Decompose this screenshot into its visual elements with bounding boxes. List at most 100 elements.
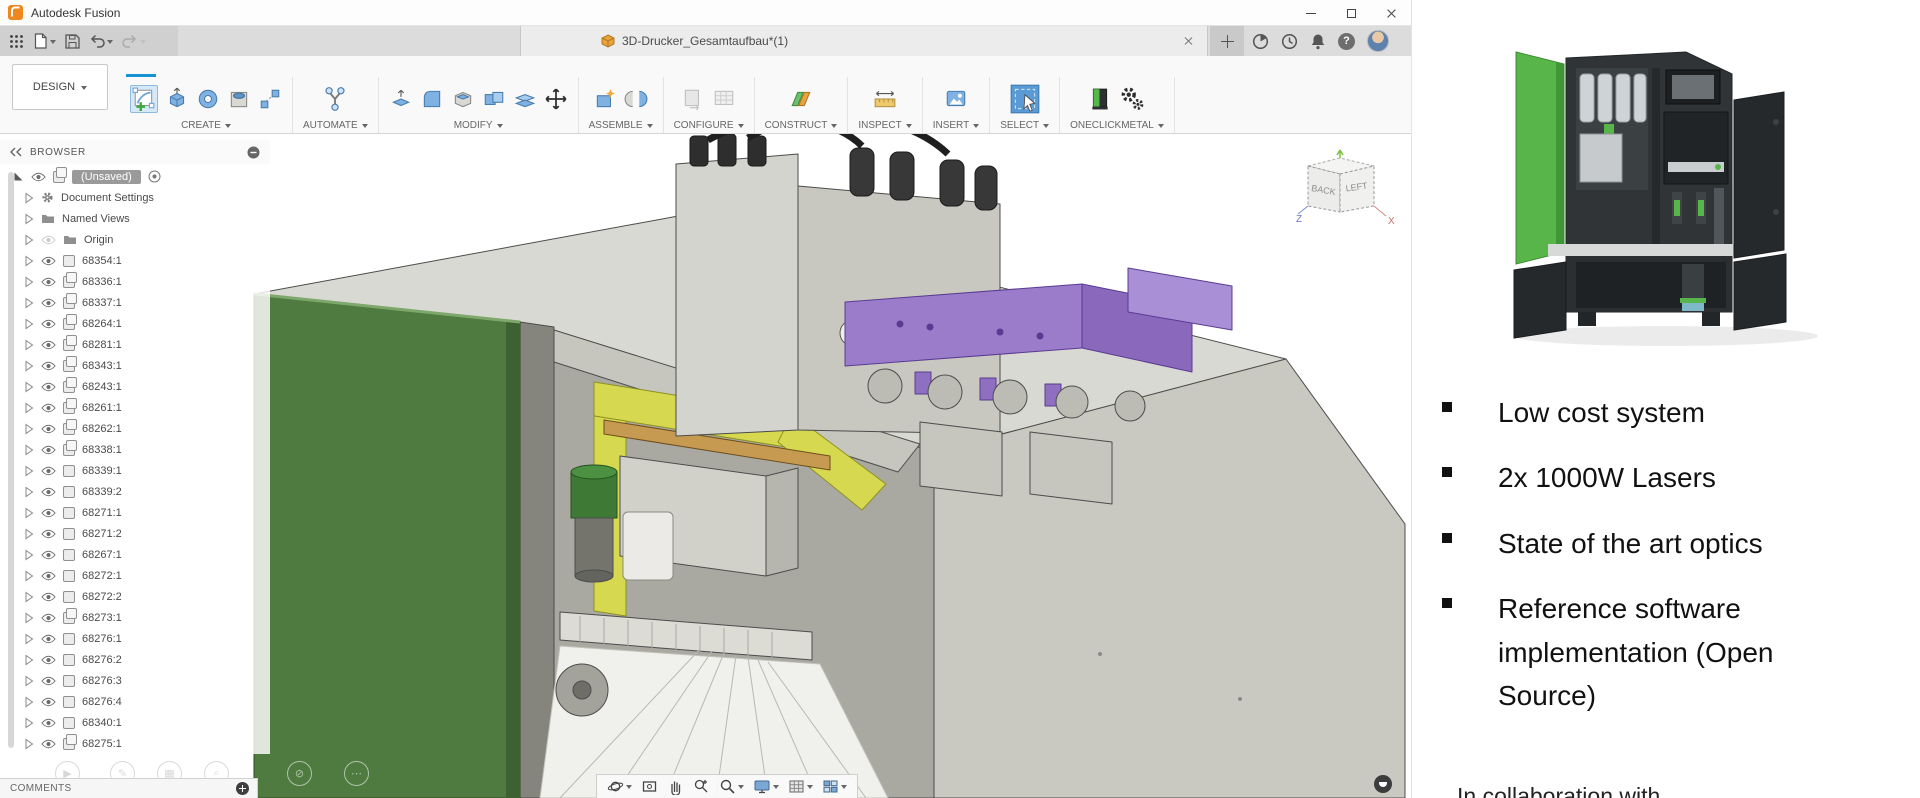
expand-arrow-icon[interactable] xyxy=(24,360,34,372)
extensions-icon[interactable] xyxy=(1252,33,1269,50)
combine-icon[interactable] xyxy=(482,87,506,111)
browser-root-row[interactable]: (Unsaved) xyxy=(0,166,270,187)
fit-button[interactable] xyxy=(719,778,744,795)
revolve-icon[interactable] xyxy=(196,87,220,111)
expand-arrow-icon[interactable] xyxy=(24,528,34,540)
browser-item-row[interactable]: 68262:1 xyxy=(0,418,270,439)
visibility-eye-icon[interactable] xyxy=(41,424,56,434)
group-label-configure[interactable]: CONFIGURE xyxy=(674,120,744,131)
visibility-eye-icon[interactable] xyxy=(41,592,56,602)
add-comment-icon[interactable] xyxy=(236,782,249,795)
maximize-button[interactable] xyxy=(1331,0,1371,26)
expand-arrow-icon[interactable] xyxy=(24,276,34,288)
joint-icon[interactable] xyxy=(624,87,648,111)
expand-arrow-icon[interactable] xyxy=(24,465,34,477)
expand-arrow-icon[interactable] xyxy=(24,339,34,351)
viewports-button[interactable] xyxy=(822,778,847,795)
save-icon[interactable] xyxy=(65,33,80,49)
group-label-construct[interactable]: CONSTRUCT xyxy=(765,120,838,131)
group-label-assemble[interactable]: ASSEMBLE xyxy=(589,120,653,131)
panel-display-toggle-icon[interactable] xyxy=(247,146,260,159)
expand-arrow-icon[interactable] xyxy=(24,423,34,435)
browser-scrollbar[interactable] xyxy=(8,172,14,748)
browser-item-row[interactable]: 68354:1 xyxy=(0,250,270,271)
browser-item-origin[interactable]: Origin xyxy=(0,229,270,250)
tab-close-icon[interactable] xyxy=(1183,36,1193,46)
browser-item-row[interactable]: 68267:1 xyxy=(0,544,270,565)
expand-arrow-icon[interactable] xyxy=(24,633,34,645)
expand-arrow-icon[interactable] xyxy=(24,255,34,267)
redo-button[interactable] xyxy=(122,34,146,48)
browser-item-row[interactable]: 68281:1 xyxy=(0,334,270,355)
group-label-oneclickmetal[interactable]: ONECLICKMETAL xyxy=(1070,120,1164,131)
browser-item-row[interactable]: 68261:1 xyxy=(0,397,270,418)
new-tab-button[interactable] xyxy=(1210,26,1244,56)
browser-item-row[interactable]: 68264:1 xyxy=(0,313,270,334)
browser-item-row[interactable]: 68243:1 xyxy=(0,376,270,397)
visibility-eye-icon[interactable] xyxy=(41,676,56,686)
expand-arrow-icon[interactable] xyxy=(24,570,34,582)
hole-icon[interactable] xyxy=(227,87,251,111)
workspace-selector[interactable]: DESIGN xyxy=(12,64,108,110)
expand-arrow-icon[interactable] xyxy=(24,717,34,729)
browser-item-row[interactable]: 68340:1 xyxy=(0,712,270,733)
browser-item-row[interactable]: 68271:2 xyxy=(0,523,270,544)
visibility-eye-icon[interactable] xyxy=(41,298,56,308)
fillet-icon[interactable] xyxy=(420,87,444,111)
visibility-eye-icon[interactable] xyxy=(41,487,56,497)
ocm-gears-icon[interactable] xyxy=(1119,86,1145,112)
help-icon[interactable]: ? xyxy=(1338,32,1355,50)
visibility-eye-icon[interactable] xyxy=(41,571,56,581)
expand-arrow-icon[interactable] xyxy=(24,234,34,246)
group-label-select[interactable]: SELECT xyxy=(1000,120,1050,131)
browser-item-row[interactable]: 68275:1 xyxy=(0,733,270,754)
visibility-eye-icon[interactable] xyxy=(41,445,56,455)
ocm-printer-icon[interactable] xyxy=(1088,87,1112,111)
browser-item-row[interactable]: 68271:1 xyxy=(0,502,270,523)
visibility-eye-icon[interactable] xyxy=(41,613,56,623)
visibility-eye-icon[interactable] xyxy=(41,529,56,539)
browser-item-row[interactable]: 68337:1 xyxy=(0,292,270,313)
group-label-insert[interactable]: INSERT xyxy=(933,120,980,131)
visibility-eye-icon[interactable] xyxy=(41,655,56,665)
group-label-automate[interactable]: AUTOMATE xyxy=(303,120,368,131)
configuration-icon[interactable] xyxy=(681,87,705,111)
viewport-canvas[interactable]: BACK LEFT Z X BROWSER (Unsaved) Document… xyxy=(0,134,1411,798)
extrude-icon[interactable] xyxy=(165,87,189,111)
visibility-eye-icon[interactable] xyxy=(41,697,56,707)
configuration-table-icon[interactable] xyxy=(712,87,736,111)
group-label-modify[interactable]: MODIFY xyxy=(454,120,503,131)
expand-arrow-icon[interactable] xyxy=(24,507,34,519)
orbit-button[interactable] xyxy=(607,778,632,795)
shell-icon[interactable] xyxy=(451,87,475,111)
visibility-eye-icon[interactable] xyxy=(41,508,56,518)
visibility-eye-icon[interactable] xyxy=(41,718,56,728)
expand-arrow-icon[interactable] xyxy=(24,612,34,624)
visibility-eye-icon[interactable] xyxy=(41,550,56,560)
expand-arrow-icon[interactable] xyxy=(24,654,34,666)
expand-arrow-icon[interactable] xyxy=(24,213,34,225)
expand-arrow-icon[interactable] xyxy=(24,318,34,330)
visibility-eye-icon[interactable] xyxy=(31,172,46,182)
group-label-inspect[interactable]: INSPECT xyxy=(858,120,912,131)
zoom-button[interactable] xyxy=(693,778,710,795)
visibility-eye-icon[interactable] xyxy=(41,319,56,329)
expand-arrow-icon[interactable] xyxy=(24,381,34,393)
expand-arrow-icon[interactable] xyxy=(24,591,34,603)
look-at-button[interactable] xyxy=(641,778,658,795)
browser-item-row[interactable]: 68339:1 xyxy=(0,460,270,481)
browser-item-row[interactable]: 68338:1 xyxy=(0,439,270,460)
browser-item-row[interactable]: 68276:2 xyxy=(0,649,270,670)
pattern-icon[interactable] xyxy=(258,87,282,111)
undo-button[interactable] xyxy=(89,34,113,48)
browser-item-named-views[interactable]: Named Views xyxy=(0,208,270,229)
expand-arrow-icon[interactable] xyxy=(24,675,34,687)
browser-item-row[interactable]: 68339:2 xyxy=(0,481,270,502)
press-pull-icon[interactable] xyxy=(389,87,413,111)
activate-component-radio-icon[interactable] xyxy=(148,170,161,183)
automate-icon[interactable] xyxy=(322,86,348,112)
move-icon[interactable] xyxy=(544,87,568,111)
construction-plane-icon[interactable] xyxy=(789,87,813,111)
group-label-create[interactable]: CREATE xyxy=(181,120,231,131)
expand-arrow-icon[interactable] xyxy=(24,696,34,708)
